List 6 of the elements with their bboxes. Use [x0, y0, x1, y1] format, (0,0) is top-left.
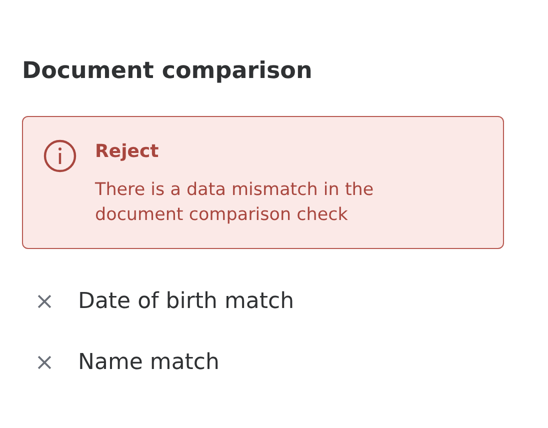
section-title: Document comparison	[22, 58, 314, 84]
alert-message: There is a data mismatch in the document comparison check	[95, 179, 375, 227]
alert-title: Reject	[95, 141, 160, 162]
check-label: Date of birth match	[78, 289, 294, 314]
info-icon	[43, 139, 77, 173]
check-label: Name match	[78, 350, 220, 375]
